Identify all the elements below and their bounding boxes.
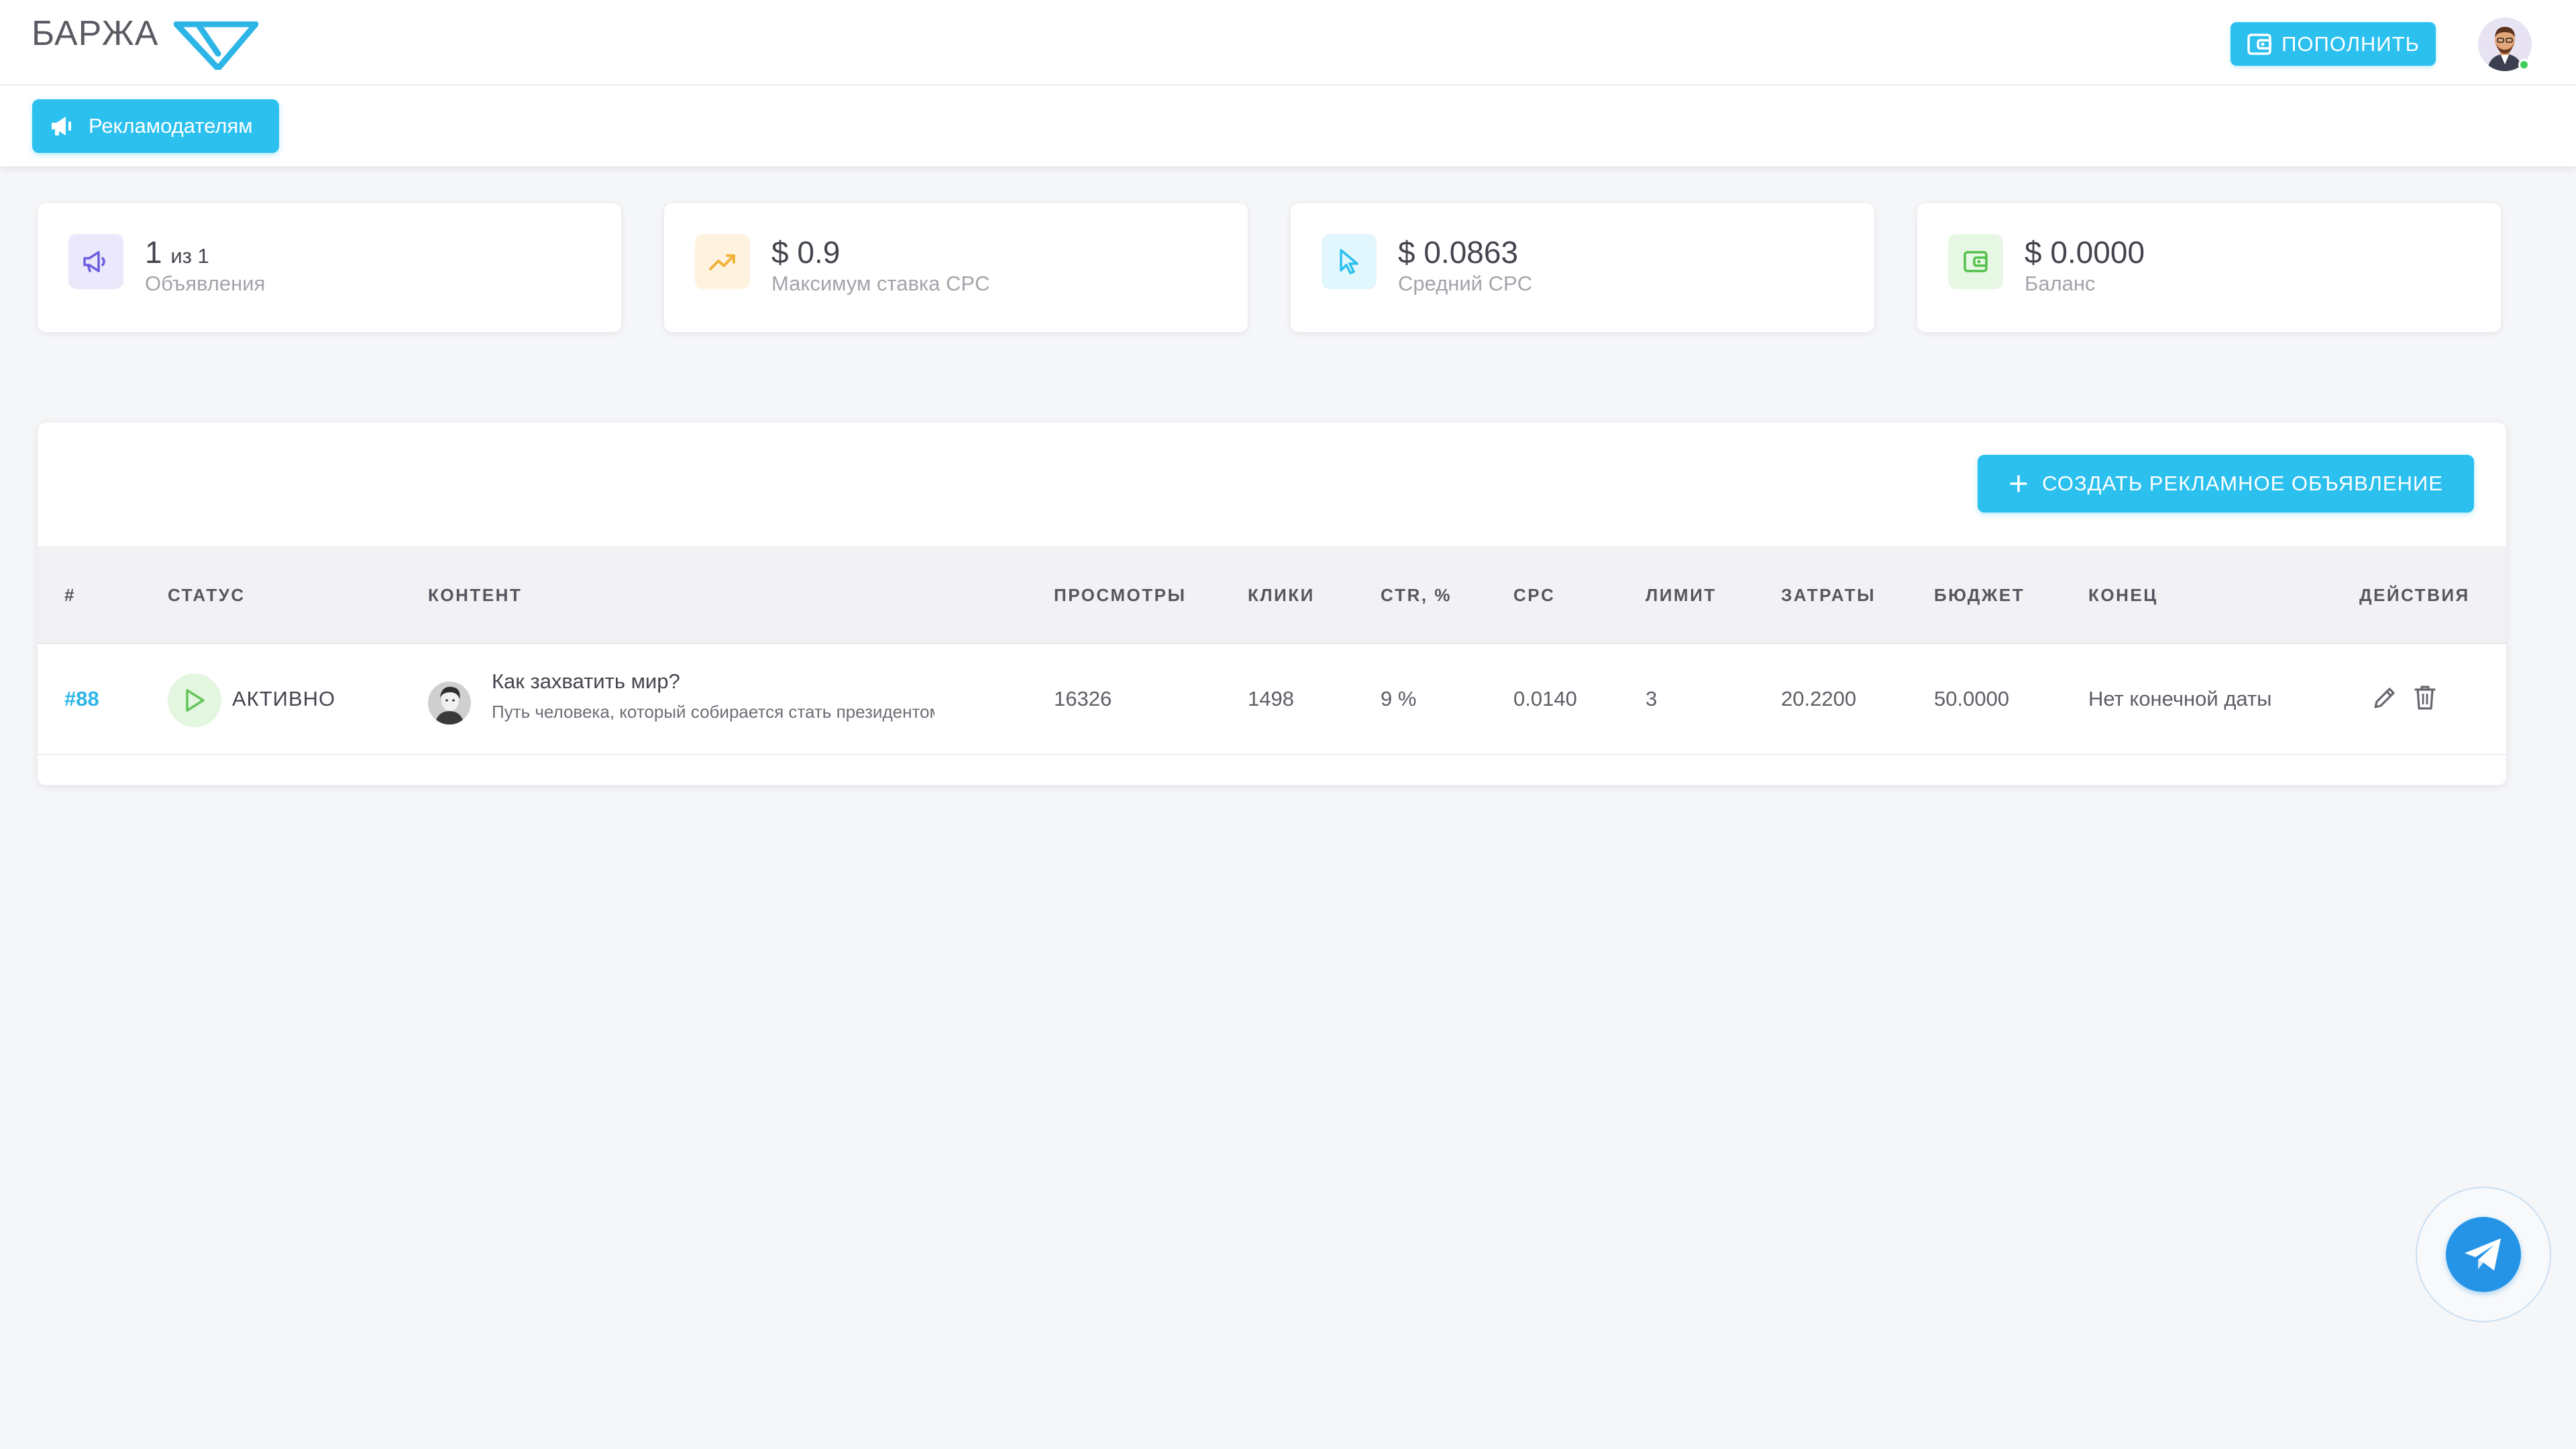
column-header-id[interactable]: #: [64, 585, 76, 606]
stat-card-balance: $ 0.0000 Баланс: [1917, 203, 2501, 332]
ads-table-card: СОЗДАТЬ РЕКЛАМНОЕ ОБЪЯВЛЕНИЕ # СТАТУС КО…: [38, 423, 2506, 785]
stat-label: Объявления: [145, 272, 266, 295]
status-label: АКТИВНО: [232, 687, 336, 710]
delete-button[interactable]: [2406, 679, 2444, 716]
limit-cell: 3: [1646, 687, 1658, 710]
trending-up-icon: [709, 254, 735, 270]
column-header-end[interactable]: КОНЕЦ: [2088, 585, 2158, 606]
stat-icon-box: [1948, 234, 2003, 289]
stat-icon-box: [68, 234, 123, 289]
ctr-cell: 9 %: [1381, 687, 1417, 710]
end-date-cell: Нет конечной даты: [2088, 687, 2272, 710]
column-header-views[interactable]: ПРОСМОТРЫ: [1054, 585, 1186, 606]
logo-text: БАРЖА: [32, 14, 159, 53]
stat-card-ads: 1 из 1 Объявления: [38, 203, 621, 332]
ad-thumbnail: [428, 682, 471, 724]
stat-label: Максимум ставка CPC: [771, 272, 990, 295]
column-header-status[interactable]: СТАТУС: [168, 585, 246, 606]
stat-label: Баланс: [2025, 272, 2096, 295]
create-ad-button[interactable]: СОЗДАТЬ РЕКЛАМНОЕ ОБЪЯВЛЕНИЕ: [1978, 455, 2474, 513]
ad-id-link[interactable]: #88: [64, 687, 99, 711]
column-header-content[interactable]: КОНТЕНТ: [428, 585, 522, 606]
table-header: # СТАТУС КОНТЕНТ ПРОСМОТРЫ КЛИКИ CTR, % …: [38, 546, 2506, 644]
megaphone-icon: [83, 251, 105, 272]
column-header-actions: ДЕЙСТВИЯ: [2359, 585, 2470, 605]
topup-label: ПОПОЛНИТЬ: [2282, 32, 2420, 56]
ad-title[interactable]: Как захватить мир?: [492, 669, 680, 694]
column-header-clicks[interactable]: КЛИКИ: [1248, 585, 1315, 606]
spent-cell: 20.2200: [1781, 687, 1857, 710]
table-row: #88 АКТИВНО Как захватить мир? Путь чело…: [38, 645, 2506, 755]
telegram-button[interactable]: [2446, 1217, 2521, 1292]
ad-description: Путь человека, который собирается стать …: [492, 702, 934, 722]
topup-button[interactable]: ПОПОЛНИТЬ: [2231, 22, 2436, 66]
telegram-icon: [2465, 1238, 2501, 1271]
trash-icon: [2414, 686, 2436, 710]
stat-value: $ 0.0000: [2025, 235, 2145, 270]
plus-icon: [2010, 475, 2027, 492]
stat-icon-box: [695, 234, 750, 289]
status-toggle-button[interactable]: [168, 674, 221, 727]
stat-value: $ 0.9: [771, 235, 841, 270]
column-header-spent[interactable]: ЗАТРАТЫ: [1781, 585, 1876, 606]
stat-label: Средний CPC: [1398, 272, 1533, 295]
cpc-cell: 0.0140: [1513, 687, 1577, 710]
stat-card-avg-cpc: $ 0.0863 Средний CPC: [1291, 203, 1874, 332]
online-status-dot: [2518, 59, 2530, 70]
stat-icon-box: [1322, 234, 1377, 289]
create-ad-label: СОЗДАТЬ РЕКЛАМНОЕ ОБЪЯВЛЕНИЕ: [2042, 472, 2443, 495]
play-icon: [186, 689, 205, 712]
stat-card-max-cpc: $ 0.9 Максимум ставка CPC: [664, 203, 1248, 332]
budget-cell: 50.0000: [1934, 687, 2010, 710]
sub-navigation: Рекламодателям: [0, 86, 2576, 166]
tab-advertisers[interactable]: Рекламодателям: [32, 99, 279, 153]
portrait-image-icon: [428, 682, 471, 724]
column-header-budget[interactable]: БЮДЖЕТ: [1934, 585, 2025, 606]
column-header-ctr[interactable]: CTR, %: [1381, 585, 1452, 606]
logo-mark-icon: [174, 21, 258, 70]
wallet-icon: [2247, 33, 2271, 55]
pencil-icon: [2374, 688, 2395, 708]
stat-value: $ 0.0863: [1398, 235, 1519, 270]
megaphone-icon: [52, 117, 71, 136]
column-header-cpc[interactable]: CPC: [1513, 585, 1555, 606]
views-cell: 16326: [1054, 687, 1112, 710]
edit-button[interactable]: [2366, 679, 2404, 716]
clicks-cell: 1498: [1248, 687, 1294, 710]
stat-value: 1 из 1: [145, 235, 209, 270]
tab-advertisers-label: Рекламодателям: [89, 114, 253, 138]
stat-value-suffix: из 1: [170, 244, 209, 268]
top-bar: БАРЖА ПОПОЛНИТЬ: [0, 0, 2576, 86]
wallet-icon: [1964, 251, 1988, 272]
column-header-limit[interactable]: ЛИМИТ: [1646, 585, 1717, 606]
cursor-icon: [1340, 249, 1358, 274]
logo[interactable]: БАРЖА: [32, 13, 258, 70]
